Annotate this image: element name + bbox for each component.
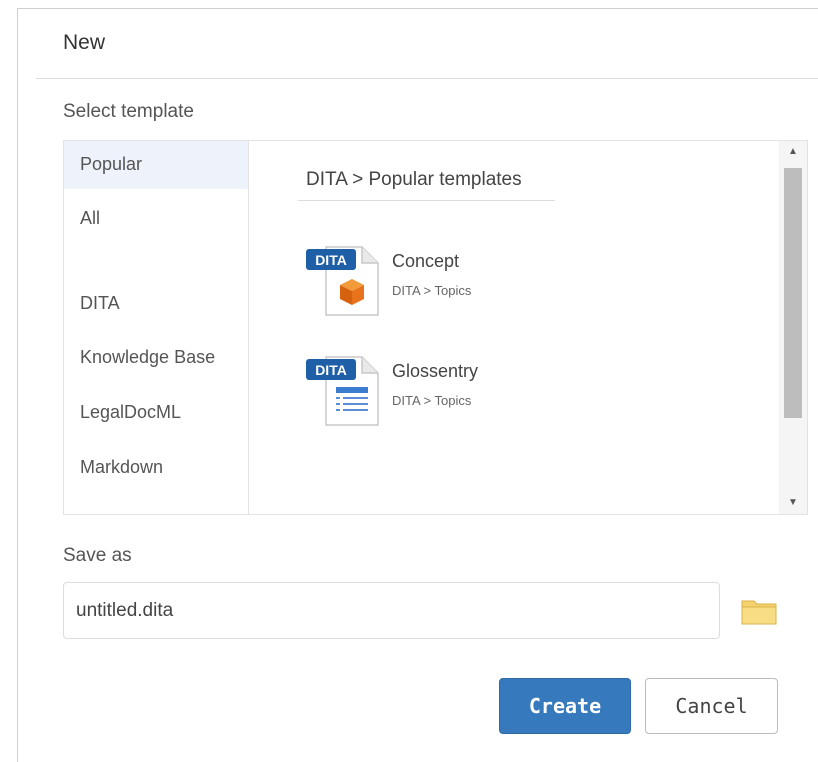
template-name: Glossentry xyxy=(392,361,479,381)
template-area: DITA > Popular templates DITA Concept DI… xyxy=(250,141,778,514)
save-as-input[interactable] xyxy=(63,582,720,639)
scroll-down-arrow-icon[interactable]: ▼ xyxy=(779,494,807,512)
scroll-thumb[interactable] xyxy=(784,168,802,418)
category-list: Popular All DITA Knowledge Base LegalDoc… xyxy=(64,141,249,514)
template-panel: Popular All DITA Knowledge Base LegalDoc… xyxy=(63,140,808,515)
save-as-label: Save as xyxy=(63,545,132,566)
dialog-title: New xyxy=(63,31,106,54)
cancel-button[interactable]: Cancel xyxy=(645,678,778,734)
title-divider xyxy=(36,78,818,79)
category-all[interactable]: All xyxy=(64,195,248,243)
category-dita[interactable]: DITA xyxy=(64,280,248,328)
dita-concept-icon: DITA xyxy=(306,246,379,316)
dita-badge: DITA xyxy=(315,252,347,268)
vertical-scrollbar[interactable]: ▲ ▼ xyxy=(779,141,807,514)
folder-icon xyxy=(741,600,777,625)
category-legaldocml[interactable]: LegalDocML xyxy=(64,389,248,437)
browse-folder-button[interactable] xyxy=(740,595,778,627)
template-path: DITA > Topics xyxy=(392,393,472,408)
dita-glossentry-icon: DITA xyxy=(306,356,379,426)
scroll-up-arrow-icon[interactable]: ▲ xyxy=(779,143,807,161)
template-breadcrumb[interactable]: DITA > Popular templates xyxy=(298,159,555,201)
new-dialog: New Select template Popular All DITA Kno… xyxy=(17,8,818,762)
dita-badge: DITA xyxy=(315,362,347,378)
create-button[interactable]: Create xyxy=(499,678,631,734)
template-glossentry[interactable]: DITA Glossentry DITA > Topics xyxy=(304,347,584,429)
template-concept[interactable]: DITA Concept DITA > Topics xyxy=(304,237,584,319)
select-template-label: Select template xyxy=(63,101,194,122)
category-popular[interactable]: Popular xyxy=(64,141,248,189)
template-path: DITA > Topics xyxy=(392,283,472,298)
category-markdown[interactable]: Markdown xyxy=(64,444,248,492)
category-knowledge-base[interactable]: Knowledge Base xyxy=(64,334,248,382)
template-name: Concept xyxy=(392,251,460,271)
